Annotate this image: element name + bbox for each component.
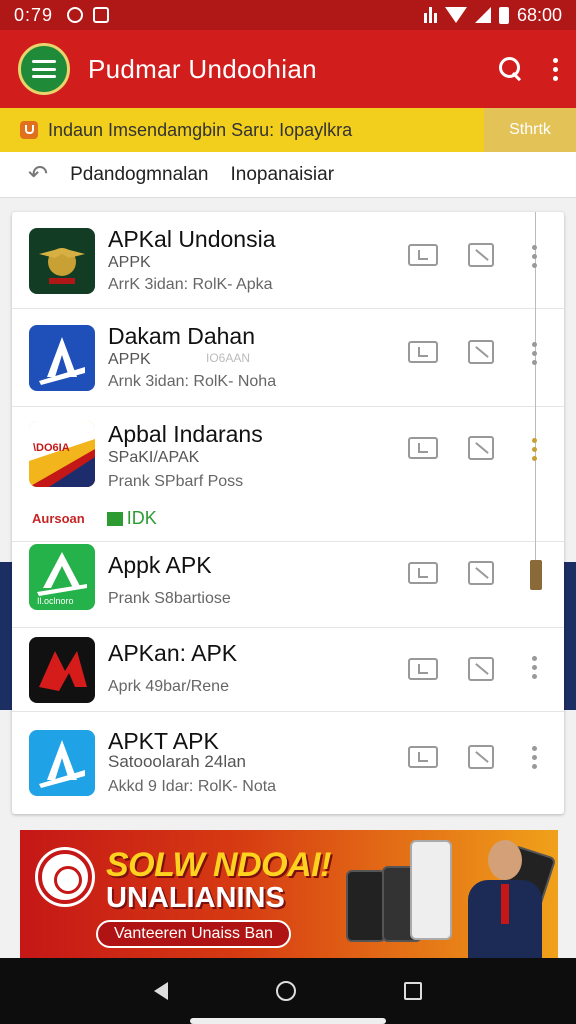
app-meta: Arnk 3idan: RolK- Noha — [108, 373, 277, 390]
app-badge: IO6AAN — [206, 351, 251, 365]
phone-image — [346, 870, 386, 942]
app-title: Pudmar Undoohian — [88, 53, 317, 84]
app-icon-a — [29, 325, 95, 391]
app-publisher: APPK — [108, 254, 151, 271]
notification-icon — [93, 7, 110, 23]
tag-brand: Aursoan — [32, 511, 85, 526]
open-button[interactable] — [468, 561, 494, 585]
status-time: 0:79 — [14, 4, 54, 25]
thumbs-up-icon — [106, 511, 123, 526]
notice-icon — [20, 121, 38, 139]
sync-icon — [67, 7, 84, 23]
promo-cta-button[interactable]: Vanteeren Unaiss Ban — [96, 920, 291, 948]
app-icon-label: Il.oclnoro — [37, 596, 74, 606]
app-bar: Pudmar Undoohian — [0, 30, 576, 108]
download-button[interactable] — [408, 658, 438, 680]
more-icon[interactable] — [532, 245, 537, 268]
nav-recents-icon[interactable] — [404, 982, 422, 1000]
app-name: APKT APK — [108, 728, 219, 754]
notice-button[interactable]: Sthrtk — [484, 108, 576, 152]
more-options-icon[interactable] — [553, 57, 558, 81]
open-button[interactable] — [468, 745, 494, 769]
list-item[interactable]: APKT APK Satooolarah 24lan Akkd 9 Idar: … — [12, 712, 564, 814]
promo-banner[interactable]: SOLW NDOAI! UNALIANINS Vanteeren Unaiss … — [20, 830, 558, 958]
app-meta: Akkd 9 Idar: RolK- Nota — [108, 778, 277, 795]
list-item[interactable]: Il.oclnoro Appk APK Prank S8bartiose — [12, 542, 564, 628]
wifi-icon — [444, 7, 467, 23]
more-icon[interactable] — [532, 656, 537, 679]
notice-banner: Indaun Imsendamgbin Saru: Iopaylkra Sthr… — [0, 108, 576, 152]
app-icon-garuda — [29, 228, 95, 294]
app-publisher: Satooolarah 24lan — [108, 752, 247, 771]
presenter-image — [460, 840, 550, 958]
download-button[interactable] — [408, 746, 438, 768]
app-icon-green: Il.oclnoro — [29, 544, 95, 610]
app-publisher: SPaKI/APAK — [108, 449, 200, 466]
system-nav-bar — [0, 958, 576, 1024]
app-list: APKal Undonsia APPK ArrK 3idan: RolK- Ap… — [12, 212, 564, 814]
app-name: Apbal Indarans — [108, 421, 263, 447]
crumb-1[interactable]: Pdandogmnalan — [70, 164, 208, 186]
open-button[interactable] — [468, 340, 494, 364]
download-button[interactable] — [408, 341, 438, 363]
app-logo[interactable] — [18, 43, 70, 95]
app-meta: Aprk 49bar/Rene — [108, 678, 229, 695]
promo-subheadline: UNALIANINS — [106, 882, 285, 914]
app-name: APKan: APK — [108, 640, 238, 666]
app-meta: Prank SPbarf Poss — [108, 473, 244, 490]
app-meta: Prank S8bartiose — [108, 590, 231, 607]
list-item[interactable]: Dakam Dahan APPK IO6AAN Arnk 3idan: RolK… — [12, 309, 564, 407]
more-icon[interactable] — [532, 342, 537, 365]
breadcrumb: ↶ Pdandogmnalan Inopanaisiar — [0, 152, 576, 198]
download-button[interactable] — [408, 562, 438, 584]
more-icon[interactable] — [532, 746, 537, 769]
open-button[interactable] — [468, 657, 494, 681]
nav-back-icon[interactable] — [154, 982, 168, 1000]
crumb-2[interactable]: Inopanaisiar — [231, 164, 335, 186]
menu-icon — [32, 60, 56, 78]
notice-text: Indaun Imsendamgbin Saru: Iopaylkra — [48, 119, 353, 140]
download-button[interactable] — [408, 437, 438, 459]
tag-ok: IDK — [106, 508, 157, 529]
signal-icon — [474, 7, 491, 23]
app-tags: Aursoan IDK — [32, 508, 157, 529]
download-button[interactable] — [408, 244, 438, 266]
app-name: APKal Undonsia — [108, 226, 276, 252]
nav-home-icon[interactable] — [276, 981, 296, 1001]
app-icon-blue — [29, 730, 95, 796]
phone-image — [410, 840, 452, 940]
status-bar: 0:79 68:00 — [0, 0, 576, 30]
scroll-thumb[interactable] — [530, 560, 542, 590]
more-icon[interactable] — [532, 438, 537, 461]
app-meta: ArrK 3idan: RolK- Apka — [108, 276, 273, 293]
app-name: Dakam Dahan — [108, 323, 256, 349]
list-item[interactable]: APKan: APK Aprk 49bar/Rene — [12, 628, 564, 712]
home-indicator — [190, 1018, 386, 1024]
app-publisher: APPK — [108, 351, 151, 368]
app-icon-red — [29, 637, 95, 703]
search-icon[interactable] — [499, 57, 523, 81]
vibrate-icon — [423, 7, 437, 23]
battery-icon — [498, 6, 509, 24]
promo-headline: SOLW NDOAI! — [106, 846, 331, 884]
back-arrow-icon[interactable]: ↶ — [28, 160, 48, 189]
app-icon-flag: \DO6IA — [29, 421, 95, 487]
app-name: Appk APK — [108, 552, 212, 578]
open-button[interactable] — [468, 243, 494, 267]
app-icon-label: \DO6IA — [33, 442, 70, 454]
promo-logo — [38, 850, 92, 904]
status-clock: 68:00 — [516, 4, 562, 25]
open-button[interactable] — [468, 436, 494, 460]
list-item[interactable]: APKal Undonsia APPK ArrK 3idan: RolK- Ap… — [12, 212, 564, 309]
